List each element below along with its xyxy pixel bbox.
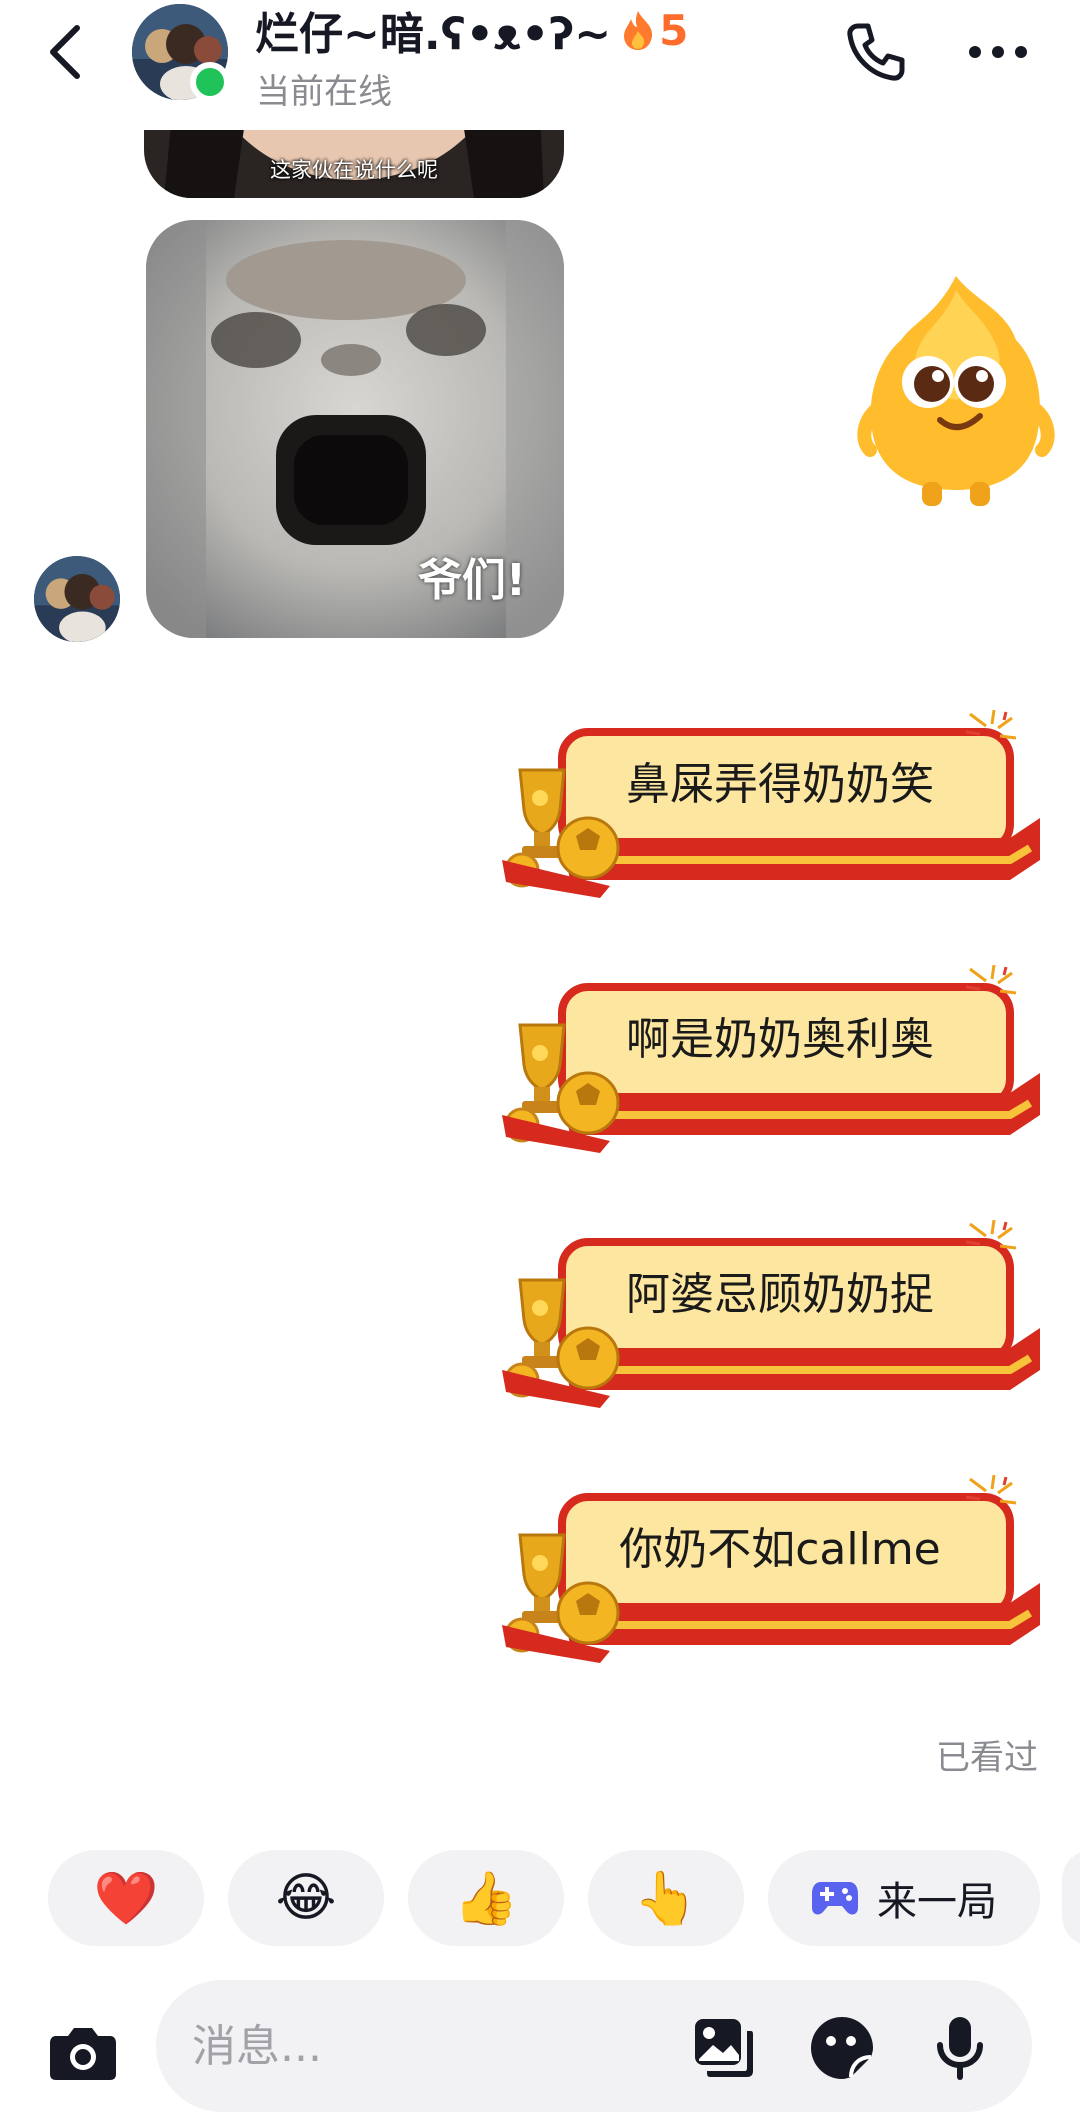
- message-text: 阿婆忌顾奶奶捉: [626, 1269, 934, 1320]
- message-field[interactable]: [156, 1980, 1032, 2112]
- back-button[interactable]: [40, 22, 90, 82]
- message-text: 鼻屎弄得奶奶笑: [626, 759, 934, 810]
- online-status-text: 当前在线: [256, 72, 392, 112]
- contact-name-row[interactable]: 烂仔~暗.ʕ•ᴥ•ʔ~ 5: [255, 2, 688, 61]
- sent-message-bubble[interactable]: 鼻屎弄得奶奶笑: [500, 709, 1040, 900]
- quick-reaction-thumbs-up[interactable]: 👍: [408, 1850, 564, 1946]
- camera-button[interactable]: [40, 2010, 126, 2096]
- gallery-button[interactable]: [686, 2010, 762, 2086]
- quick-reaction-point-up[interactable]: 👆: [588, 1850, 744, 1946]
- message-input-bar: [0, 1980, 1080, 2120]
- sent-message-bubble[interactable]: 你奶不如callme: [500, 1474, 1040, 1665]
- phone-icon: [847, 23, 905, 81]
- contact-name[interactable]: 烂仔~暗.ʕ•ᴥ•ʔ~: [255, 0, 611, 62]
- heart-icon: ❤️: [93, 1868, 159, 1929]
- quick-reply-bar[interactable]: ❤️ 😂 👍 👆 来一局: [0, 1850, 1080, 1950]
- message-text: 你奶不如callme: [619, 1524, 941, 1575]
- sticker-button[interactable]: [804, 2010, 880, 2086]
- message-text: 啊是奶奶奥利奥: [626, 1014, 934, 1065]
- chat-header: 烂仔~暗.ʕ•ᴥ•ʔ~ 5 当前在线: [0, 0, 1080, 130]
- image-caption: 这家伙在说什么呢: [270, 158, 438, 182]
- mascot-sticker[interactable]: [856, 270, 1056, 510]
- fire-icon: [624, 11, 653, 50]
- message-input[interactable]: [192, 2014, 662, 2078]
- online-status-dot: [190, 62, 230, 102]
- gamepad-icon: [812, 1882, 858, 1915]
- gallery-icon: [695, 2019, 753, 2077]
- mascot-icon: [857, 276, 1055, 506]
- call-button[interactable]: [838, 14, 914, 90]
- message-list[interactable]: 这家伙在说什么呢 爷们! 鼻屎弄得奶奶笑 啊是奶奶奥利奥 阿婆忌顾奶奶捉 你奶不…: [0, 130, 1080, 1830]
- image-message-anime[interactable]: 这家伙在说什么呢: [144, 130, 564, 198]
- play-game-button[interactable]: 来一局: [768, 1850, 1040, 1946]
- image-caption: 爷们!: [417, 555, 526, 606]
- streak-badge: 5: [621, 6, 688, 55]
- back-arrow-icon: [50, 25, 80, 79]
- sticker-face-icon: [811, 2017, 873, 2079]
- image-message-meme[interactable]: 爷们!: [146, 220, 564, 638]
- laughing-face-icon: 😂: [275, 1868, 337, 1928]
- sent-message-bubble[interactable]: 阿婆忌顾奶奶捉: [500, 1219, 1040, 1410]
- pointing-up-icon: 👆: [633, 1868, 699, 1929]
- sent-message-bubble[interactable]: 啊是奶奶奥利奥: [500, 964, 1040, 1155]
- more-dots-icon: [969, 46, 1027, 58]
- read-receipt: 已看过: [936, 1738, 1038, 1778]
- quick-reply-overflow-chip[interactable]: [1062, 1850, 1080, 1946]
- streak-count: 5: [659, 5, 689, 55]
- more-options-button[interactable]: [958, 20, 1038, 84]
- voice-button[interactable]: [922, 2010, 998, 2086]
- microphone-icon: [937, 2017, 983, 2080]
- sender-avatar[interactable]: [34, 556, 120, 642]
- play-game-label: 来一局: [877, 1879, 997, 1925]
- camera-icon: [50, 2028, 116, 2080]
- quick-reaction-heart[interactable]: ❤️: [48, 1850, 204, 1946]
- thumbs-up-icon: 👍: [453, 1868, 519, 1929]
- contact-avatar-wrap[interactable]: [132, 4, 230, 102]
- quick-reaction-laugh[interactable]: 😂: [228, 1850, 384, 1946]
